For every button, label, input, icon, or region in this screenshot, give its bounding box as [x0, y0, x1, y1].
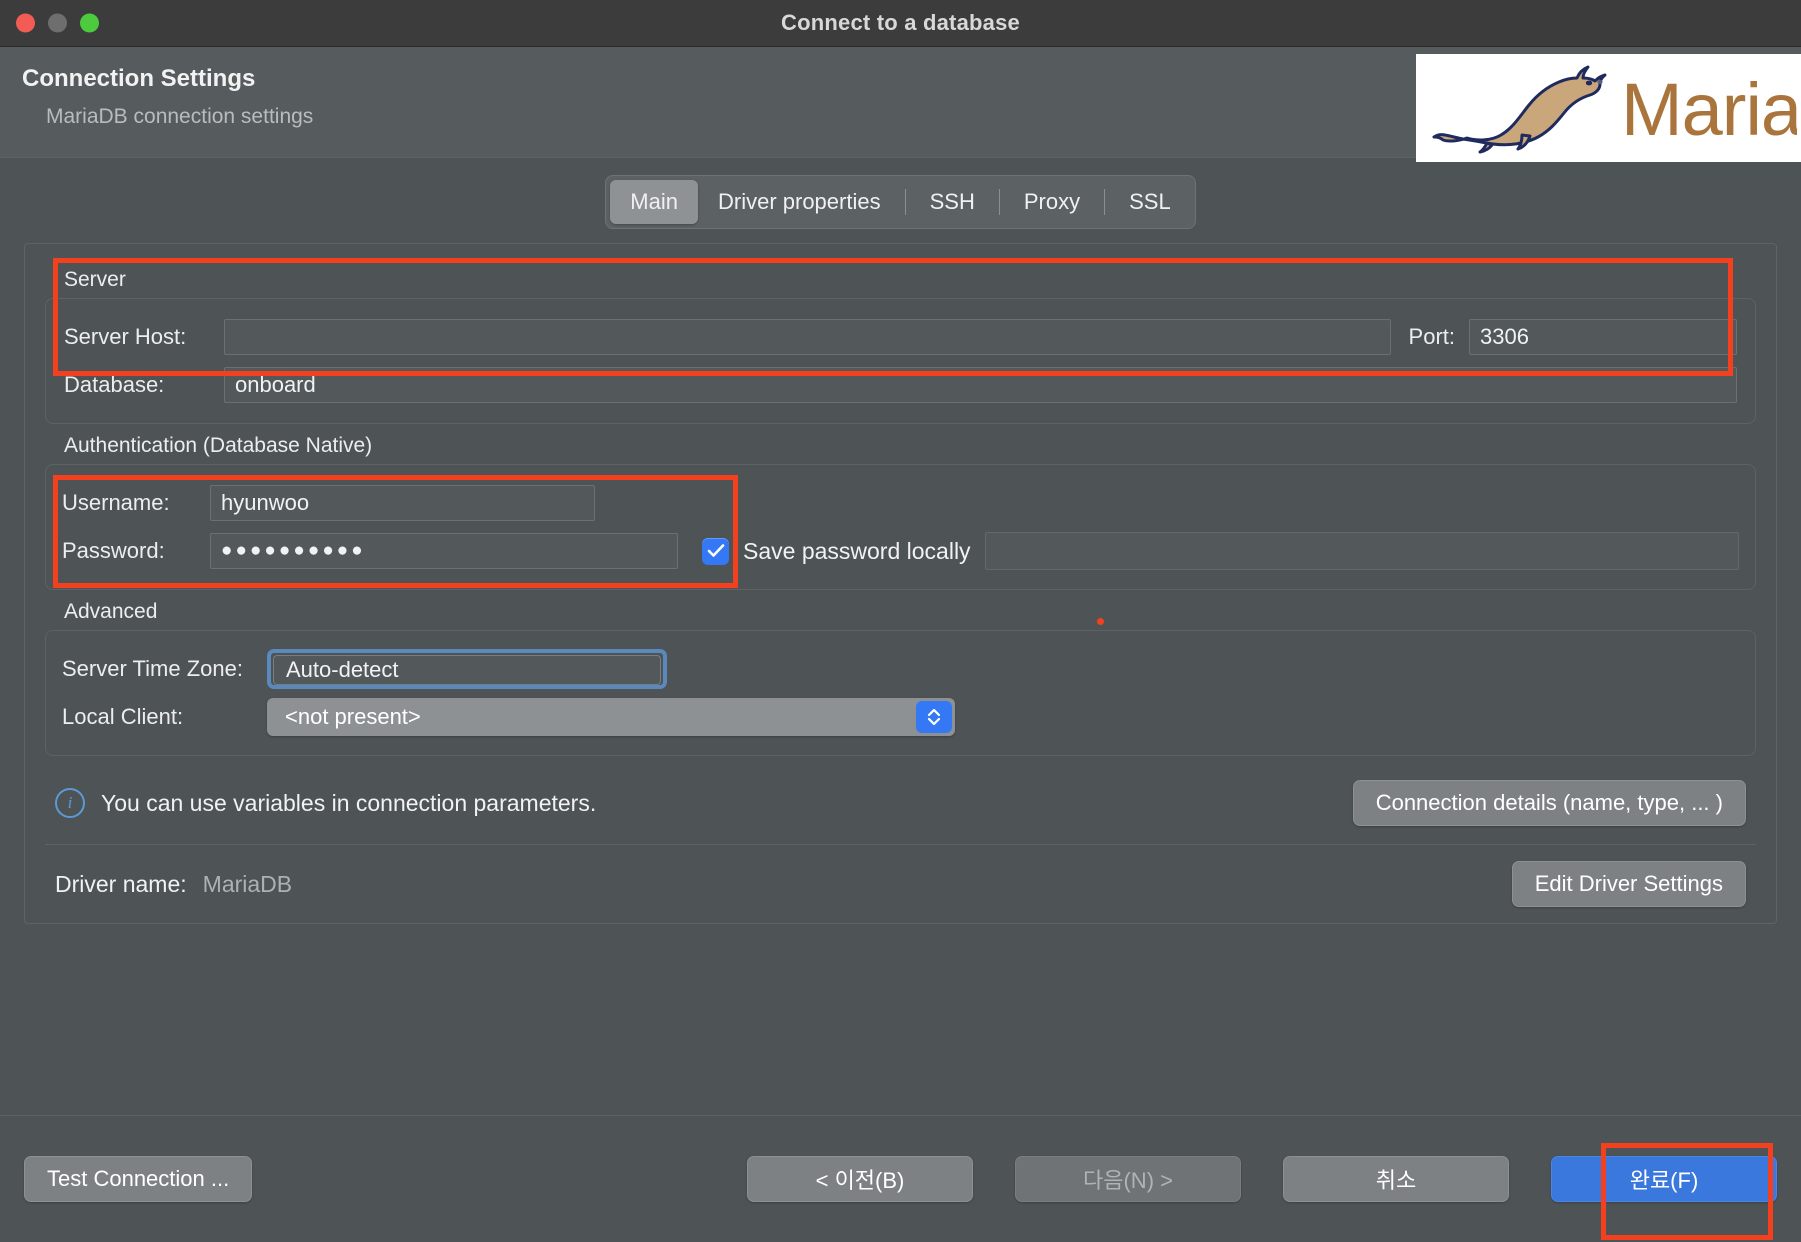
save-password-checkbox[interactable] — [702, 537, 729, 565]
dialog-header: Connection Settings MariaDB connection s… — [0, 47, 1801, 162]
username-input[interactable]: hyunwoo — [210, 485, 595, 521]
server-time-zone-row: Server Time Zone: Auto-detect — [62, 645, 1739, 693]
tab-proxy[interactable]: Proxy — [1004, 180, 1100, 224]
tab-ssl[interactable]: SSL — [1109, 180, 1191, 224]
connect-to-database-dialog: Connect to a database Connection Setting… — [0, 0, 1801, 1242]
checkmark-icon — [707, 544, 724, 557]
main-tab-panel: Server Server Host: Port: 3306 Database:… — [24, 243, 1777, 924]
page-title: Connection Settings — [22, 65, 256, 92]
mariadb-seal-logo-icon: MariaDB — [1432, 65, 1797, 154]
close-window-button[interactable] — [16, 13, 35, 33]
test-connection-button[interactable]: Test Connection ... — [24, 1156, 253, 1202]
tab-main[interactable]: Main — [610, 180, 698, 224]
mariadb-logo: MariaDB — [1416, 54, 1801, 162]
cancel-button[interactable]: 취소 — [1283, 1156, 1509, 1202]
server-host-input[interactable] — [224, 319, 1391, 355]
server-group: Server Host: Port: 3306 Database: onboar… — [45, 298, 1756, 424]
edit-driver-settings-wrap: Edit Driver Settings — [1511, 861, 1746, 907]
port-label: Port: — [1408, 324, 1455, 349]
database-row: Database: onboard — [64, 361, 1737, 409]
minimize-window-button[interactable] — [48, 13, 67, 33]
password-row: Password: ●●●●●●●●●● Save password local… — [62, 527, 1739, 575]
auth-filler — [984, 532, 1739, 570]
tab-driver-properties[interactable]: Driver properties — [698, 180, 901, 224]
driver-name-row: Driver name: MariaDB Edit Driver Setting… — [45, 845, 1756, 923]
local-client-value: <not present> — [285, 704, 421, 729]
up-down-chevron-icon[interactable] — [916, 701, 952, 733]
database-input[interactable]: onboard — [224, 367, 1737, 403]
driver-name-label: Driver name: — [55, 870, 187, 897]
save-password-checkbox-row[interactable]: Save password locally — [702, 537, 971, 565]
local-client-popup-button[interactable]: <not present> — [267, 698, 955, 736]
svg-text:MariaDB: MariaDB — [1621, 68, 1797, 151]
window-controls — [16, 13, 99, 33]
username-label: Username: — [62, 490, 170, 515]
database-label: Database: — [64, 372, 165, 397]
finish-button[interactable]: 완료(F) — [1551, 1156, 1777, 1202]
authentication-group: Username: hyunwoo Password: ●●●●●●●●●● S… — [45, 464, 1756, 590]
server-time-zone-combobox[interactable]: Auto-detect — [267, 649, 667, 689]
connection-details-button-wrap: Connection details (name, type, ... ) — [1352, 780, 1746, 826]
password-label: Password: — [62, 538, 165, 563]
tab-ssh[interactable]: SSH — [910, 180, 995, 224]
save-password-label: Save password locally — [743, 537, 971, 564]
page-subtitle: MariaDB connection settings — [46, 105, 314, 128]
window-titlebar: Connect to a database — [0, 0, 1801, 47]
dialog-footer: Test Connection ... < 이전(B) 다음(N) > 취소 완… — [0, 1116, 1801, 1242]
tab-separator — [998, 189, 1000, 215]
edit-driver-settings-button[interactable]: Edit Driver Settings — [1511, 861, 1746, 907]
local-client-row: Local Client: <not present> — [62, 693, 1739, 741]
wizard-buttons: < 이전(B) 다음(N) > 취소 완료(F) — [747, 1156, 1777, 1202]
variables-info-row: i You can use variables in connection pa… — [45, 780, 1756, 826]
window-title: Connect to a database — [781, 10, 1020, 35]
server-host-row: Server Host: Port: 3306 — [64, 313, 1737, 361]
password-input[interactable]: ●●●●●●●●●● — [210, 533, 678, 569]
server-time-zone-value: Auto-detect — [273, 655, 661, 685]
advanced-group: Server Time Zone: Auto-detect Local Clie… — [45, 630, 1756, 756]
advanced-group-label: Advanced — [64, 600, 158, 623]
tab-separator — [1104, 189, 1106, 215]
connection-details-button[interactable]: Connection details (name, type, ... ) — [1352, 780, 1746, 826]
username-row: Username: hyunwoo — [62, 479, 1739, 527]
zoom-window-button[interactable] — [80, 13, 99, 33]
tab-bar: Main Driver properties SSH Proxy SSL — [0, 158, 1801, 237]
tab-separator — [904, 189, 906, 215]
server-host-label: Server Host: — [64, 324, 187, 349]
up-down-chevron-glyph — [927, 708, 941, 726]
info-circle-icon: i — [55, 788, 85, 818]
driver-name-value: MariaDB — [202, 870, 293, 897]
variables-info-text: You can use variables in connection para… — [101, 789, 597, 816]
annotation-dot — [1097, 618, 1104, 625]
server-time-zone-label: Server Time Zone: — [62, 656, 243, 681]
port-input[interactable]: 3306 — [1469, 319, 1737, 355]
server-group-label: Server — [64, 268, 126, 291]
back-button[interactable]: < 이전(B) — [747, 1156, 973, 1202]
next-button: 다음(N) > — [1015, 1156, 1241, 1202]
local-client-label: Local Client: — [62, 704, 184, 729]
authentication-group-label: Authentication (Database Native) — [64, 434, 373, 457]
